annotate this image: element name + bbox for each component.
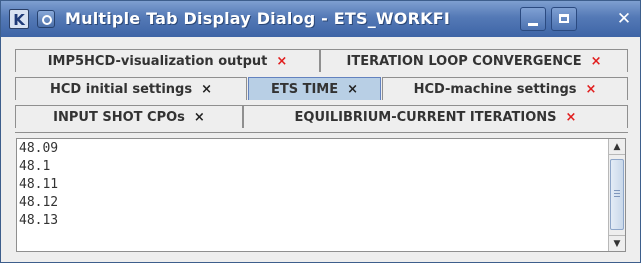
- window-menu-icon[interactable]: [37, 10, 55, 28]
- output-line: 48.11: [19, 177, 59, 192]
- tab-hcd-initial-settings[interactable]: HCD initial settings ×: [15, 77, 247, 100]
- tab-close-icon[interactable]: ×: [566, 110, 577, 125]
- close-window-button[interactable]: ✕: [611, 7, 637, 31]
- tab-label: IMP5HCD-visualization output: [47, 53, 268, 69]
- tab-close-icon[interactable]: ×: [194, 110, 205, 125]
- tab-ets-time[interactable]: ETS TIME ×: [248, 77, 381, 100]
- tab-equilibrium-current-iterations[interactable]: EQUILIBRIUM-CURRENT ITERATIONS ×: [243, 105, 628, 128]
- tab-close-icon[interactable]: ×: [586, 82, 597, 97]
- output-line: 48.1: [19, 159, 51, 174]
- minimize-button[interactable]: [520, 7, 546, 31]
- tab-label: ETS TIME: [270, 81, 339, 97]
- tab-label: EQUILIBRIUM-CURRENT ITERATIONS: [294, 109, 557, 125]
- maximize-button[interactable]: [551, 7, 577, 31]
- output-line: 48.09: [19, 141, 59, 156]
- scrollbar-thumb[interactable]: [610, 159, 624, 230]
- scrollbar-grip-icon: [614, 190, 620, 199]
- tab-close-icon[interactable]: ×: [591, 54, 602, 69]
- tab-close-icon[interactable]: ×: [201, 82, 212, 97]
- tab-iteration-loop-convergence[interactable]: ITERATION LOOP CONVERGENCE ×: [320, 49, 628, 72]
- scroll-up-arrow-icon[interactable]: ▲: [609, 139, 625, 155]
- tab-label: HCD-machine settings: [413, 81, 577, 97]
- tab-label: ITERATION LOOP CONVERGENCE: [346, 53, 582, 69]
- tab-input-shot-cpos[interactable]: INPUT SHOT CPOs ×: [15, 105, 243, 128]
- tab-close-icon[interactable]: ×: [347, 82, 358, 97]
- tab-hcd-machine-settings[interactable]: HCD-machine settings ×: [382, 77, 628, 100]
- tab-imp5hcd-visualization-output[interactable]: IMP5HCD-visualization output ×: [15, 49, 320, 72]
- vertical-scrollbar[interactable]: ▲ ▼: [608, 139, 625, 251]
- dialog-window: K Multiple Tab Display Dialog - ETS_WORK…: [0, 0, 641, 263]
- tab-panel-divider: [15, 132, 628, 133]
- tab-label: HCD initial settings: [50, 81, 193, 97]
- output-text-area[interactable]: 48.09 48.1 48.11 48.12 48.13 ▲ ▼: [16, 138, 626, 252]
- output-lines: 48.09 48.1 48.11 48.12 48.13: [19, 140, 58, 230]
- output-line: 48.13: [19, 213, 59, 228]
- tab-label: INPUT SHOT CPOs: [53, 109, 185, 125]
- scroll-down-arrow-icon[interactable]: ▼: [609, 235, 625, 251]
- title-bar[interactable]: K Multiple Tab Display Dialog - ETS_WORK…: [1, 1, 640, 37]
- app-icon: K: [9, 9, 29, 29]
- tab-close-icon[interactable]: ×: [276, 54, 287, 69]
- output-line: 48.12: [19, 195, 59, 210]
- window-title: Multiple Tab Display Dialog - ETS_WORKFI: [65, 9, 450, 28]
